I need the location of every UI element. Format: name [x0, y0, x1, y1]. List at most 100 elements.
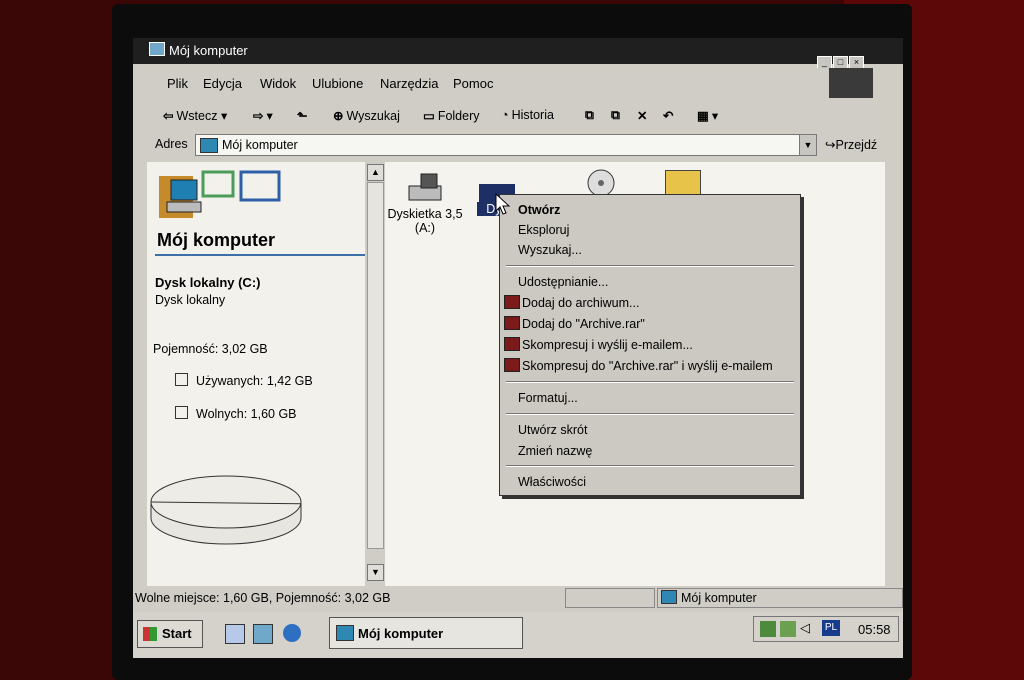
- menu-bar: Plik Edycja Widok Ulubione Narzędzia Pom…: [147, 68, 829, 98]
- ctx-compress-email[interactable]: Skompresuj i wyślij e-mailem...: [504, 337, 693, 352]
- my-computer-icon: [661, 590, 677, 604]
- my-computer-icon: [200, 138, 218, 153]
- pane-divider: [155, 254, 365, 256]
- search-button[interactable]: ⊕ Wyszukaj: [333, 108, 400, 123]
- start-button[interactable]: Start: [137, 620, 203, 648]
- floppy-drive-item[interactable]: Dyskietka 3,5 (A:): [385, 172, 465, 235]
- move-to-button[interactable]: ⧉: [585, 108, 597, 123]
- my-computer-icon: [336, 625, 354, 641]
- address-label: Adres: [155, 137, 188, 151]
- ctx-sharing[interactable]: Udostępnianie...: [518, 275, 608, 289]
- used-legend-swatch: [175, 373, 188, 386]
- ctx-separator: [506, 413, 794, 415]
- menu-favorites[interactable]: Ulubione: [312, 76, 363, 91]
- address-dropdown-icon[interactable]: ▼: [799, 135, 816, 155]
- used-space: Używanych: 1,42 GB: [175, 373, 313, 388]
- ctx-separator: [506, 381, 794, 383]
- ctx-properties[interactable]: Właściwości: [518, 475, 586, 489]
- menu-view[interactable]: Widok: [260, 76, 296, 91]
- up-folder-icon: ⬑: [297, 109, 308, 123]
- status-location: Mój komputer: [681, 591, 757, 605]
- disk-usage-pie: [150, 475, 302, 545]
- ctx-format[interactable]: Formatuj...: [518, 391, 578, 405]
- ctx-create-shortcut[interactable]: Utwórz skrót: [518, 423, 587, 437]
- free-legend-swatch: [175, 406, 188, 419]
- move-to-icon: ⧉: [585, 108, 594, 122]
- scroll-down-icon[interactable]: ▼: [367, 564, 384, 581]
- copy-to-button[interactable]: ⧉: [611, 108, 623, 123]
- undo-icon: ↶: [663, 109, 674, 123]
- undo-button[interactable]: ↶: [663, 108, 676, 123]
- menu-tools[interactable]: Narzędzia: [380, 76, 439, 91]
- my-computer-banner-icon: [159, 170, 281, 218]
- winrar-icon: [504, 295, 520, 309]
- system-tray: ◁ PL 05:58: [753, 616, 899, 642]
- language-indicator[interactable]: PL: [822, 620, 840, 636]
- winrar-icon: [504, 337, 520, 351]
- menu-edit[interactable]: Edycja: [203, 76, 242, 91]
- status-panel: [565, 588, 655, 608]
- my-computer-icon: [149, 42, 165, 56]
- ctx-separator: [506, 265, 794, 267]
- menu-help[interactable]: Pomoc: [453, 76, 493, 91]
- ctx-explore[interactable]: Eksploruj: [518, 223, 569, 237]
- menu-file[interactable]: Plik: [167, 76, 188, 91]
- delete-icon: ✕: [637, 109, 648, 123]
- drive-capacity: Pojemność: 3,02 GB: [153, 342, 268, 356]
- winrar-icon: [504, 316, 520, 330]
- history-icon: ◔: [501, 108, 509, 122]
- network-icon[interactable]: [760, 621, 776, 637]
- tray-app-icon[interactable]: [780, 621, 796, 637]
- scroll-up-icon[interactable]: ▲: [367, 164, 384, 181]
- history-button[interactable]: ◔ Historia: [501, 108, 554, 122]
- pane-title: Mój komputer: [157, 230, 276, 250]
- views-icon: ▦: [697, 109, 709, 123]
- context-menu: Otwórz Eksploruj Wyszukaj... Udostępnian…: [499, 194, 801, 496]
- clock: 05:58: [858, 622, 891, 637]
- floppy-drive-icon: [408, 173, 442, 201]
- drive-type: Dysk lokalny: [155, 293, 226, 307]
- ctx-search[interactable]: Wyszukaj...: [518, 243, 582, 257]
- explorer-icon[interactable]: [253, 624, 273, 644]
- ctx-add-archive[interactable]: Dodaj do archiwum...: [504, 295, 639, 310]
- windows-logo-area: [829, 68, 873, 98]
- mouse-cursor-icon: [495, 193, 511, 215]
- drive-name: Dysk lokalny (C:): [155, 275, 261, 290]
- up-folder-button[interactable]: ⬑: [297, 108, 310, 123]
- status-bar: Wolne miejsce: 1,60 GB, Pojemność: 3,02 …: [133, 586, 903, 610]
- volume-icon[interactable]: ◁: [800, 620, 810, 636]
- go-button[interactable]: ↪Przejdź: [825, 137, 877, 152]
- windows-flag-icon: [143, 627, 157, 641]
- back-arrow-icon: ⇦: [163, 109, 174, 123]
- views-button[interactable]: ▦ ▾: [697, 108, 718, 123]
- vertical-scrollbar[interactable]: ▲ ▼: [365, 162, 385, 586]
- info-pane: Mój komputer Dysk lokalny (C:) Dysk loka…: [147, 162, 369, 586]
- scroll-thumb[interactable]: [367, 182, 384, 549]
- back-button[interactable]: ⇦ Wstecz ▾: [163, 108, 227, 123]
- toolbar: ⇦ Wstecz ▾ ⇨ ▾ ⬑ ⊕ Wyszukaj ▭ Foldery ◔ Histo…: [147, 100, 875, 130]
- screen: Mój komputer _ □ × Plik Edycja Widok Ulu…: [133, 38, 903, 658]
- address-value: Mój komputer: [222, 138, 298, 152]
- taskbar: Start Mój komputer ◁ PL 05:58: [133, 612, 903, 658]
- address-field[interactable]: Mój komputer ▼: [195, 134, 817, 156]
- forward-button[interactable]: ⇨ ▾: [253, 108, 273, 123]
- delete-button[interactable]: ✕: [637, 108, 650, 123]
- title-bar: Mój komputer: [133, 38, 903, 64]
- search-icon: ⊕: [333, 109, 344, 123]
- ctx-rename[interactable]: Zmień nazwę: [518, 444, 592, 458]
- forward-arrow-icon: ⇨: [253, 109, 264, 123]
- go-arrow-icon: ↪: [825, 138, 836, 152]
- ctx-compress-rar-email[interactable]: Skompresuj do "Archive.rar" i wyślij e-m…: [504, 358, 773, 373]
- status-free-space: Wolne miejsce: 1,60 GB, Pojemność: 3,02 …: [135, 591, 391, 605]
- ctx-open[interactable]: Otwórz: [518, 203, 560, 217]
- internet-explorer-icon[interactable]: [283, 624, 301, 642]
- ctx-add-rar[interactable]: Dodaj do "Archive.rar": [504, 316, 645, 331]
- folders-icon: ▭: [423, 109, 435, 123]
- window-title: Mój komputer: [169, 43, 248, 58]
- address-bar: Adres Mój komputer ▼ ↪Przejdź: [147, 132, 877, 158]
- copy-to-icon: ⧉: [611, 108, 620, 122]
- taskbar-window-button[interactable]: Mój komputer: [329, 617, 523, 649]
- show-desktop-icon[interactable]: [225, 624, 245, 644]
- folders-button[interactable]: ▭ Foldery: [423, 108, 480, 123]
- winrar-icon: [504, 358, 520, 372]
